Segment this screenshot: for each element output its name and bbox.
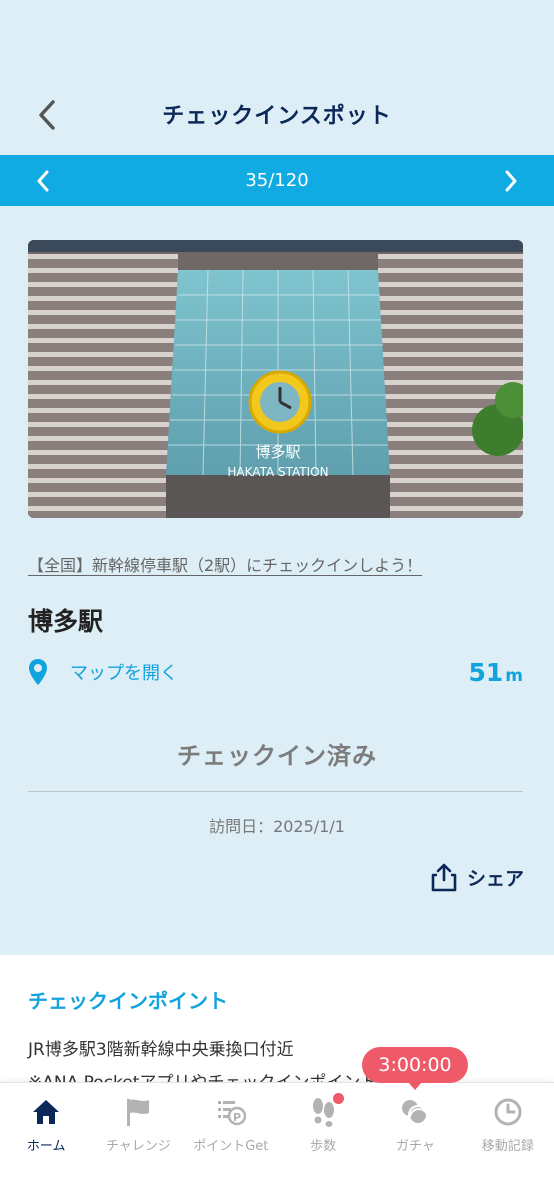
previous-spot-button[interactable]	[18, 155, 68, 206]
spot-photo: 博多駅 HAKATA STATION	[28, 240, 523, 518]
tab-label: 歩数	[310, 1139, 337, 1154]
map-row: マップを開く 51 m	[28, 655, 523, 689]
next-spot-button[interactable]	[486, 155, 536, 206]
checkin-status: チェックイン済み	[177, 742, 377, 770]
bottom-tab-bar: ホーム チャレンジ P ポイントGet 歩数 ガチャ 移動記録	[0, 1082, 554, 1200]
photo-sign-en: HAKATA STATION	[227, 465, 328, 479]
page-counter: 35/120	[245, 170, 309, 191]
tab-home[interactable]: ホーム	[0, 1083, 92, 1200]
svg-text:P: P	[233, 1111, 241, 1124]
tab-label: ホーム	[26, 1139, 66, 1154]
distance: 51 m	[468, 658, 523, 687]
chevron-left-icon	[37, 170, 49, 191]
header: チェックインスポット	[0, 0, 554, 155]
tab-label: チャレンジ	[106, 1139, 171, 1154]
station-photo-illustration: 博多駅 HAKATA STATION	[28, 240, 523, 518]
tab-challenge[interactable]: チャレンジ	[92, 1083, 184, 1200]
tab-label: ガチャ	[396, 1139, 435, 1154]
point-get-icon: P	[217, 1101, 246, 1126]
share-label: シェア	[466, 867, 524, 890]
share-button[interactable]: シェア	[431, 862, 524, 892]
campaign-link[interactable]: 【全国】新幹線停車駅（2駅）にチェックインしよう！	[28, 552, 422, 576]
chevron-right-icon	[505, 170, 517, 191]
checkin-point-title: チェックインポイント	[28, 989, 228, 1013]
photo-sign-main: 博多駅	[255, 443, 300, 461]
distance-value: 51	[468, 657, 504, 687]
share-icon	[431, 863, 457, 892]
spot-name: 博多駅	[28, 607, 104, 636]
location-pin-icon	[29, 659, 47, 685]
tab-label: ポイントGet	[193, 1139, 269, 1154]
distance-unit: m	[505, 665, 523, 686]
spot-pager: 35/120	[0, 155, 554, 206]
flag-icon	[127, 1099, 150, 1126]
tab-steps[interactable]: 歩数	[277, 1083, 369, 1200]
gacha-timer-badge: 3:00:00	[362, 1047, 468, 1090]
page-title: チェックインスポット	[162, 104, 392, 129]
notification-dot	[332, 1093, 344, 1104]
open-map-label: マップを開く	[70, 663, 178, 684]
tab-label: 移動記録	[481, 1139, 534, 1154]
tab-gacha[interactable]: ガチャ	[369, 1083, 461, 1200]
gacha-icon	[402, 1100, 429, 1125]
checkin-point-text: JR博多駅3階新幹線中央乗換口付近	[28, 1040, 294, 1060]
home-icon	[33, 1100, 60, 1124]
tab-movement-log[interactable]: 移動記録	[462, 1083, 554, 1200]
visit-date: 訪問日：2025/1/1	[209, 817, 345, 836]
clock-icon	[494, 1098, 522, 1126]
divider	[28, 791, 523, 792]
open-map-link[interactable]: マップを開く	[28, 658, 178, 686]
tab-point-get[interactable]: P ポイントGet	[185, 1083, 277, 1200]
